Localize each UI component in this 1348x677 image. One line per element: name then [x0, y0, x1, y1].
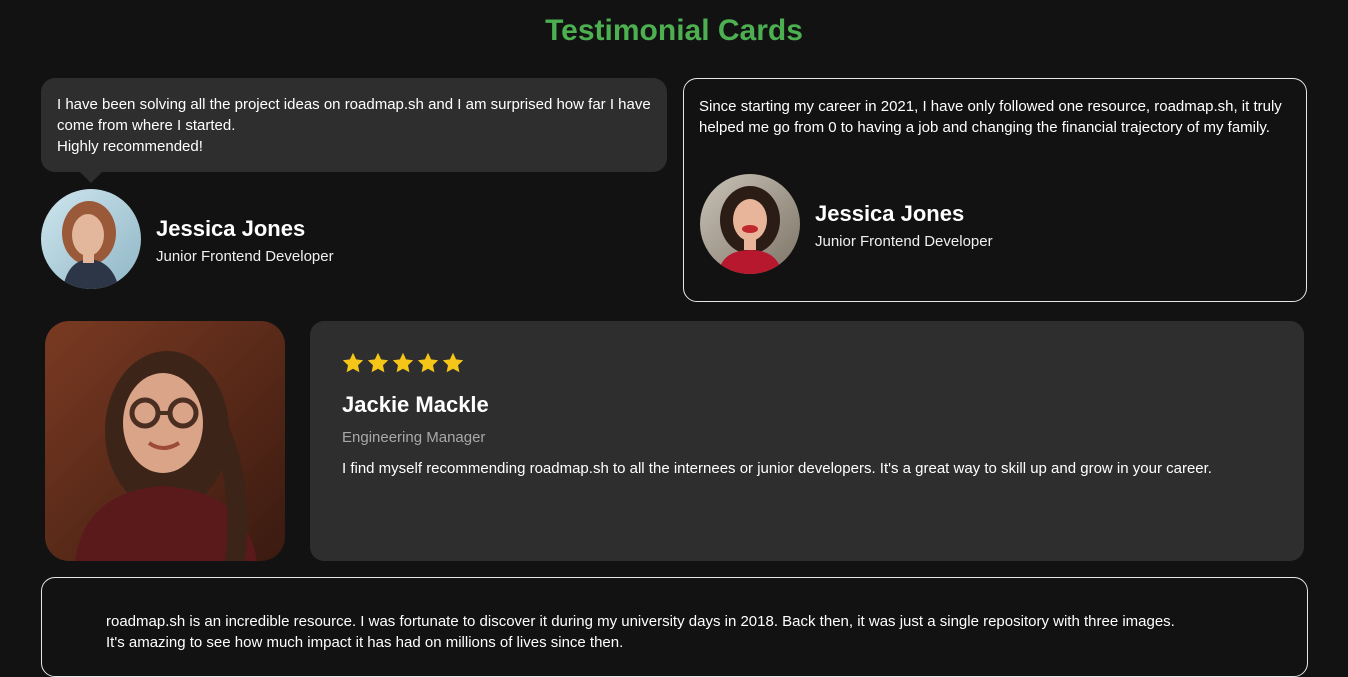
- testimonial-quote-line: I have been solving all the project idea…: [57, 96, 651, 134]
- user-photo-icon: [41, 189, 141, 289]
- testimonial-name: Jessica Jones: [156, 216, 306, 241]
- reviewer-name: Jackie Mackle: [342, 392, 489, 417]
- star-rating: [341, 351, 465, 379]
- reviewer-role: Engineering Manager: [342, 429, 486, 446]
- star-icon: [442, 352, 464, 373]
- testimonial-quote: roadmap.sh is an incredible resource. I …: [106, 611, 1286, 653]
- star-icon: [367, 352, 389, 373]
- avatar: [700, 174, 800, 274]
- avatar: [41, 189, 141, 289]
- bubble-tail: [80, 172, 102, 183]
- review-quote: I find myself recommending roadmap.sh to…: [342, 460, 1212, 477]
- star-icon: [417, 352, 439, 373]
- user-photo-icon: [45, 321, 285, 561]
- testimonial-role: Junior Frontend Developer: [815, 233, 993, 250]
- testimonial-name: Jessica Jones: [815, 201, 965, 226]
- user-photo-icon: [700, 174, 800, 274]
- star-icon: [342, 352, 364, 373]
- star-icon: [392, 352, 414, 373]
- testimonial-quote: Since starting my career in 2021, I have…: [699, 98, 1282, 136]
- testimonial-quote-line: Highly recommended!: [57, 138, 203, 155]
- testimonial-quote-line: roadmap.sh is an incredible resource. I …: [106, 613, 1175, 630]
- testimonial-quote-line: It's amazing to see how much impact it h…: [106, 634, 624, 651]
- testimonial-bubble: I have been solving all the project idea…: [41, 78, 667, 172]
- reviewer-photo: [45, 321, 285, 561]
- testimonial-role: Junior Frontend Developer: [156, 248, 334, 265]
- page-title: Testimonial Cards: [545, 14, 803, 47]
